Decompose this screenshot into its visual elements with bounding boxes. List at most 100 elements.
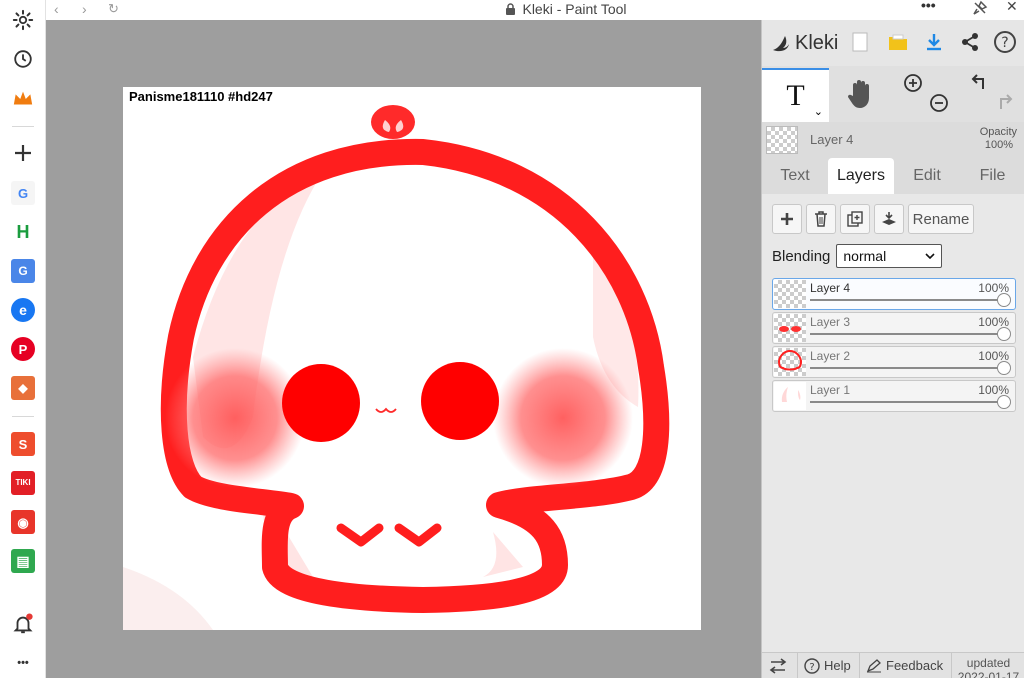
pin-icon[interactable] <box>972 0 988 16</box>
layer-row-layer-1[interactable]: Layer 1 100% <box>772 380 1016 412</box>
updated-date: 2022-01-17 <box>957 669 1020 678</box>
layer-opacity-slider-handle[interactable] <box>997 395 1011 409</box>
kleki-panel: Kleki ? T ⌄ Layer 4 Opacity 100% Text La… <box>761 20 1024 678</box>
layer-thumbnail <box>774 314 806 342</box>
swap-side-button[interactable] <box>762 652 798 678</box>
updated-info: updated 2022-01-17 <box>952 653 1024 678</box>
add-icon[interactable] <box>11 141 35 165</box>
kleki-logo-icon <box>773 36 789 52</box>
reload-icon[interactable]: ↻ <box>108 1 119 17</box>
blending-select[interactable]: normal <box>836 244 943 268</box>
browser-sidebar: G H G e P ◆ S TIKI ◉ ▤ ••• <box>0 0 46 678</box>
svg-text:?: ? <box>809 662 814 673</box>
layer-opacity-slider[interactable] <box>810 401 1003 403</box>
download-icon[interactable] <box>920 28 948 56</box>
hand-tool-icon[interactable] <box>842 76 878 112</box>
tab-edit[interactable]: Edit <box>894 158 960 194</box>
blending-label: Blending <box>772 247 831 265</box>
drawing-artwork <box>123 105 670 630</box>
opacity-label: Opacity <box>979 126 1017 138</box>
drawing-canvas[interactable]: Panisme181110 #hd247 <box>123 87 701 630</box>
lazada-app-icon[interactable]: ◉ <box>11 510 35 534</box>
window-title: Kleki - Paint Tool <box>522 1 627 17</box>
bell-icon[interactable] <box>11 612 35 636</box>
shopee-app-icon[interactable]: S <box>11 432 35 456</box>
panel-footer: ? Help Feedback updated 2022-01-17 <box>762 652 1024 678</box>
sidebar-separator <box>12 416 34 417</box>
duplicate-icon <box>847 211 863 227</box>
layer-row-layer-3[interactable]: Layer 3 100% <box>772 312 1016 344</box>
blending-value: normal <box>843 248 887 264</box>
layer-opacity-slider[interactable] <box>810 299 1003 301</box>
layer-opacity-slider-handle[interactable] <box>997 361 1011 375</box>
updated-label: updated <box>966 655 1011 670</box>
layer-1-thumbnail-art <box>781 387 801 402</box>
tab-file[interactable]: File <box>960 158 1024 194</box>
back-icon[interactable]: ‹ <box>54 1 59 17</box>
close-window-icon[interactable]: ✕ <box>1006 0 1018 15</box>
tool-bar: T ⌄ <box>762 66 1024 122</box>
sheet-app-icon[interactable]: ▤ <box>11 549 35 573</box>
chevron-down-icon[interactable]: ⌄ <box>814 105 823 118</box>
panel-tabs: Text Layers Edit File <box>762 158 1024 194</box>
zoom-out-icon[interactable] <box>928 92 950 114</box>
cube-app-icon[interactable]: ◆ <box>11 376 35 400</box>
feedback-label: Feedback <box>886 658 944 673</box>
help-button[interactable]: ? Help <box>798 652 860 678</box>
duplicate-layer-button[interactable] <box>840 204 870 234</box>
canvas-label: Panisme181110 #hd247 <box>129 89 273 104</box>
layer-row-layer-4[interactable]: Layer 4 100% <box>772 278 1016 310</box>
merge-layer-button[interactable] <box>874 204 904 234</box>
menu-icon[interactable]: ••• <box>921 0 936 13</box>
help-circle-icon[interactable]: ? <box>991 28 1019 56</box>
layer-opacity-slider[interactable] <box>810 367 1003 369</box>
layer-name: Layer 4 <box>810 281 851 295</box>
layers-pane: Rename Blending normal Layer 4 100% Laye… <box>762 194 1024 678</box>
settings-icon[interactable] <box>11 8 35 32</box>
delete-layer-button[interactable] <box>806 204 836 234</box>
svg-text:?: ? <box>1001 35 1008 51</box>
h-app-icon[interactable]: H <box>11 220 35 244</box>
messenger-app-icon[interactable]: e <box>11 298 35 322</box>
google-app-icon[interactable]: G <box>11 181 35 205</box>
blending-row: Blending normal <box>772 244 943 268</box>
layer-opacity-slider-handle[interactable] <box>997 327 1011 341</box>
layer-thumbnail <box>774 348 806 376</box>
pinterest-app-icon[interactable]: P <box>11 337 35 361</box>
layer-3-thumbnail-art <box>779 326 801 332</box>
layer-thumbnail <box>774 382 806 410</box>
layer-row-layer-2[interactable]: Layer 2 100% <box>772 346 1016 378</box>
tab-layers[interactable]: Layers <box>828 158 894 194</box>
tiki-app-icon[interactable]: TIKI <box>11 471 35 495</box>
current-layer-info: Layer 4 Opacity 100% <box>762 122 1024 158</box>
forward-icon[interactable]: › <box>82 1 87 17</box>
more-icon[interactable]: ••• <box>11 651 35 675</box>
lock-icon <box>506 3 516 15</box>
layer-opacity-slider-handle[interactable] <box>997 293 1011 307</box>
share-icon[interactable] <box>956 28 984 56</box>
translate-app-icon[interactable]: G <box>11 259 35 283</box>
layer-name: Layer 3 <box>810 315 851 329</box>
chevron-down-icon <box>925 253 935 259</box>
feedback-button[interactable]: Feedback <box>860 652 952 678</box>
window-title-bar: Kleki - Paint Tool <box>476 0 656 18</box>
sidebar-separator <box>12 126 34 127</box>
text-tool-button[interactable]: T ⌄ <box>762 68 829 122</box>
canvas-area[interactable]: Panisme181110 #hd247 <box>46 20 761 678</box>
zoom-in-icon[interactable] <box>902 72 924 94</box>
layer-opacity-slider[interactable] <box>810 333 1003 335</box>
redo-icon[interactable] <box>994 92 1016 114</box>
undo-icon[interactable] <box>968 72 990 94</box>
crown-icon[interactable] <box>11 87 35 111</box>
kleki-logo[interactable]: Kleki <box>770 32 838 55</box>
open-folder-icon[interactable] <box>884 28 912 56</box>
pencil-icon <box>866 658 881 672</box>
history-icon[interactable] <box>11 47 35 71</box>
new-file-icon[interactable] <box>846 28 874 56</box>
rename-layer-button[interactable]: Rename <box>908 204 974 234</box>
app-root: G H G e P ◆ S TIKI ◉ ▤ ••• ‹ › ↻ Kleki -… <box>0 0 1024 678</box>
tab-text[interactable]: Text <box>762 158 828 194</box>
text-tool-icon: T <box>786 79 805 112</box>
add-layer-button[interactable] <box>772 204 802 234</box>
layer-name: Layer 1 <box>810 383 851 397</box>
